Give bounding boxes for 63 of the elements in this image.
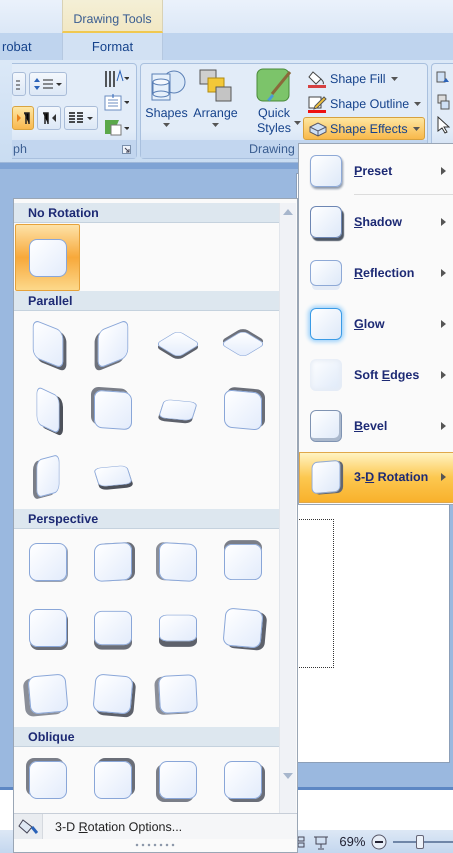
- slideshow-icon[interactable]: [312, 834, 330, 850]
- menu-item[interactable]: Shadow: [299, 196, 453, 248]
- contextual-tab-header: Drawing Tools: [62, 0, 163, 33]
- rotation-options-menu-item[interactable]: 3-D Rotation Options...: [14, 813, 297, 840]
- ribbon-button[interactable]: Shapes: [143, 66, 190, 140]
- caret-icon: [294, 121, 300, 125]
- menu-item[interactable]: 3-D Rotation: [299, 452, 453, 503]
- menu-item[interactable]: Soft Edges: [299, 350, 453, 401]
- align-text-icon: [103, 93, 129, 113]
- stacked-squares-icon: [198, 68, 234, 104]
- paint-bucket-icon: [18, 818, 38, 836]
- list-button[interactable]: [12, 72, 26, 96]
- caret-icon: [412, 126, 420, 130]
- columns-button[interactable]: [64, 106, 98, 130]
- menu-item[interactable]: Preset: [299, 145, 453, 196]
- ribbon-button[interactable]: Shape Fill: [303, 67, 426, 90]
- pointer-icon[interactable]: [436, 116, 450, 134]
- submenu-arrow-icon: [441, 320, 446, 328]
- paragraph-ltr-icon: [16, 111, 30, 125]
- menu-item[interactable]: Reflection: [299, 247, 453, 298]
- menu-item[interactable]: Glow: [299, 298, 453, 350]
- zoom-level: 69%: [339, 834, 366, 849]
- zoom-out-icon[interactable]: [371, 834, 387, 850]
- submenu-arrow-icon: [441, 371, 446, 380]
- submenu-arrow-icon: [441, 218, 446, 226]
- slide-sorter-icon[interactable]: [298, 834, 306, 850]
- gallery-section-header: Perspective: [14, 509, 279, 529]
- gallery-section-header: Oblique: [14, 727, 279, 747]
- submenu-arrow-icon: [441, 422, 446, 430]
- paragraph-rtl-icon: [41, 111, 57, 125]
- caret-icon: [212, 123, 219, 127]
- send-backward-icon[interactable]: [436, 94, 450, 110]
- caret-icon: [414, 102, 422, 106]
- submenu-arrow-icon: [441, 268, 446, 277]
- ribbon-button[interactable]: Quick Styles: [247, 66, 301, 140]
- ribbon-button[interactable]: Shape Outline: [303, 92, 426, 115]
- ribbon-tab[interactable]: Format: [62, 33, 163, 60]
- group-label: ph: [13, 142, 27, 156]
- submenu-arrow-icon: [441, 473, 446, 482]
- ribbon-button[interactable]: Shape Effects: [303, 117, 426, 140]
- right-to-left-button[interactable]: [37, 106, 61, 130]
- left-to-right-button[interactable]: [12, 106, 34, 130]
- zoom-slider[interactable]: [393, 834, 453, 850]
- shape-effects-icon: [307, 120, 327, 138]
- line-spacing-icon: [33, 76, 63, 92]
- paint-bucket-icon: [307, 70, 327, 88]
- menu-item[interactable]: Bevel: [299, 400, 453, 452]
- dialog-launcher-icon[interactable]: [122, 144, 131, 154]
- brush-icon: [256, 68, 292, 104]
- zoom-slider-thumb[interactable]: [416, 834, 424, 848]
- text-direction-icon: [103, 69, 129, 89]
- submenu-arrow-icon: [441, 166, 446, 175]
- smartart-icon: [103, 117, 129, 137]
- columns-icon: [68, 111, 94, 125]
- caret-icon: [163, 123, 170, 127]
- gallery-section-header: Parallel: [14, 291, 279, 311]
- ribbon-tab[interactable]: robat: [0, 33, 62, 60]
- group-label: Drawing: [249, 142, 295, 156]
- pencil-icon: [307, 94, 327, 112]
- line-spacing-button[interactable]: [29, 72, 67, 96]
- ribbon-button[interactable]: Arrange: [192, 66, 239, 140]
- gallery-section-header: No Rotation: [14, 203, 279, 223]
- caret-icon: [390, 76, 398, 80]
